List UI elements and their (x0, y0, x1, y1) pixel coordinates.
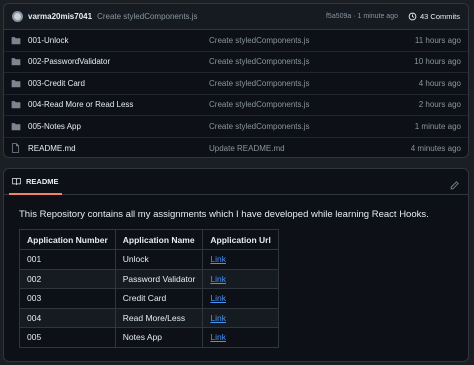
commits-link[interactable]: 43 Commits (408, 12, 460, 21)
readme-tab[interactable]: README (9, 169, 62, 195)
table-header-row: Application Number Application Name Appl… (19, 229, 279, 250)
file-commit-time: 1 minute ago (414, 121, 461, 131)
file-name-link[interactable]: 003-Credit Card (28, 79, 209, 88)
file-commit-time: 4 hours ago (418, 78, 461, 88)
table-row: 001 Unlock Link (19, 249, 279, 270)
app-name-cell: Password Validator (114, 268, 204, 289)
applications-table: Application Number Application Name Appl… (19, 229, 279, 348)
edit-readme-button[interactable] (450, 177, 459, 195)
table-row: 004 Read More/Less Link (19, 307, 279, 328)
readme-tab-label: README (26, 177, 59, 186)
app-name-cell: Credit Card (114, 288, 204, 309)
folder-icon (11, 57, 21, 66)
folder-icon (11, 100, 21, 109)
file-row[interactable]: README.md Update README.md 4 minutes ago (4, 138, 468, 158)
app-number-cell: 005 (19, 327, 116, 348)
file-name-link[interactable]: 004-Read More or Read Less (28, 100, 209, 109)
repo-file-list: varma20mis7041 Create styledComponents.j… (3, 3, 469, 158)
file-name-link[interactable]: README.md (28, 144, 209, 153)
readme-panel: README This Repository contains all my a… (3, 168, 469, 362)
app-name-cell: Unlock (114, 249, 204, 270)
app-number-cell: 002 (19, 268, 116, 289)
commit-meta[interactable]: f5a509a · 1 minute ago (326, 13, 398, 20)
book-icon (12, 178, 21, 185)
app-url-cell: Link (202, 307, 279, 328)
readme-header: README (4, 169, 468, 195)
app-link[interactable]: Link (210, 313, 226, 323)
history-icon (408, 12, 417, 21)
file-row[interactable]: 005-Notes App Create styledComponents.js 1… (4, 116, 468, 138)
folder-icon (11, 79, 21, 88)
file-row[interactable]: 002-PasswordValidator Create styledCompon… (4, 52, 468, 73)
table-row: 002 Password Validator Link (19, 268, 279, 289)
app-number-cell: 001 (19, 249, 116, 270)
app-name-cell: Notes App (114, 327, 204, 348)
app-link[interactable]: Link (210, 254, 226, 264)
app-link[interactable]: Link (210, 332, 226, 342)
file-commit-time: 2 hours ago (418, 100, 461, 110)
app-link[interactable]: Link (210, 293, 226, 303)
app-link[interactable]: Link (210, 274, 226, 284)
file-icon (11, 143, 21, 154)
column-header: Application Name (114, 229, 204, 250)
app-name-cell: Read More/Less (114, 307, 204, 328)
app-url-cell: Link (202, 268, 279, 289)
file-name-link[interactable]: 002-PasswordValidator (28, 57, 209, 66)
folder-icon (11, 36, 21, 45)
pencil-icon (450, 181, 459, 190)
file-commit-message[interactable]: Create styledComponents.js (209, 36, 415, 45)
file-commit-message[interactable]: Create styledComponents.js (209, 100, 419, 109)
file-commit-message[interactable]: Create styledComponents.js (209, 57, 414, 66)
app-number-cell: 004 (19, 307, 116, 328)
latest-commit-message[interactable]: Create styledComponents.js (97, 12, 326, 21)
column-header: Application Number (19, 229, 116, 250)
avatar[interactable] (12, 11, 23, 22)
file-commit-time: 10 hours ago (414, 57, 461, 67)
file-name-link[interactable]: 005-Notes App (28, 122, 209, 131)
app-number-cell: 003 (19, 288, 116, 309)
file-commit-message[interactable]: Update README.md (209, 144, 411, 153)
file-row[interactable]: 003-Credit Card Create styledComponents.j… (4, 73, 468, 95)
folder-icon (11, 122, 21, 131)
app-url-cell: Link (202, 288, 279, 309)
file-commit-time: 4 minutes ago (410, 143, 461, 153)
file-commit-message[interactable]: Create styledComponents.js (209, 79, 419, 88)
commit-author[interactable]: varma20mis7041 (28, 12, 92, 21)
file-commit-time: 11 hours ago (414, 35, 461, 45)
file-commit-message[interactable]: Create styledComponents.js (209, 122, 415, 131)
readme-intro: This Repository contains all my assignme… (19, 209, 429, 220)
app-url-cell: Link (202, 249, 279, 270)
column-header: Application Url (202, 229, 279, 250)
table-row: 005 Notes App Link (19, 327, 279, 348)
latest-commit-bar: varma20mis7041 Create styledComponents.j… (4, 4, 468, 30)
table-row: 003 Credit Card Link (19, 288, 279, 309)
readme-content: This Repository contains all my assignme… (4, 195, 468, 348)
file-row[interactable]: 001-Unlock Create styledComponents.js 11 h… (4, 30, 468, 52)
file-row[interactable]: 004-Read More or Read Less Create styledC… (4, 95, 468, 116)
commits-count: 43 Commits (419, 12, 460, 21)
file-name-link[interactable]: 001-Unlock (28, 36, 209, 45)
app-url-cell: Link (202, 327, 279, 348)
